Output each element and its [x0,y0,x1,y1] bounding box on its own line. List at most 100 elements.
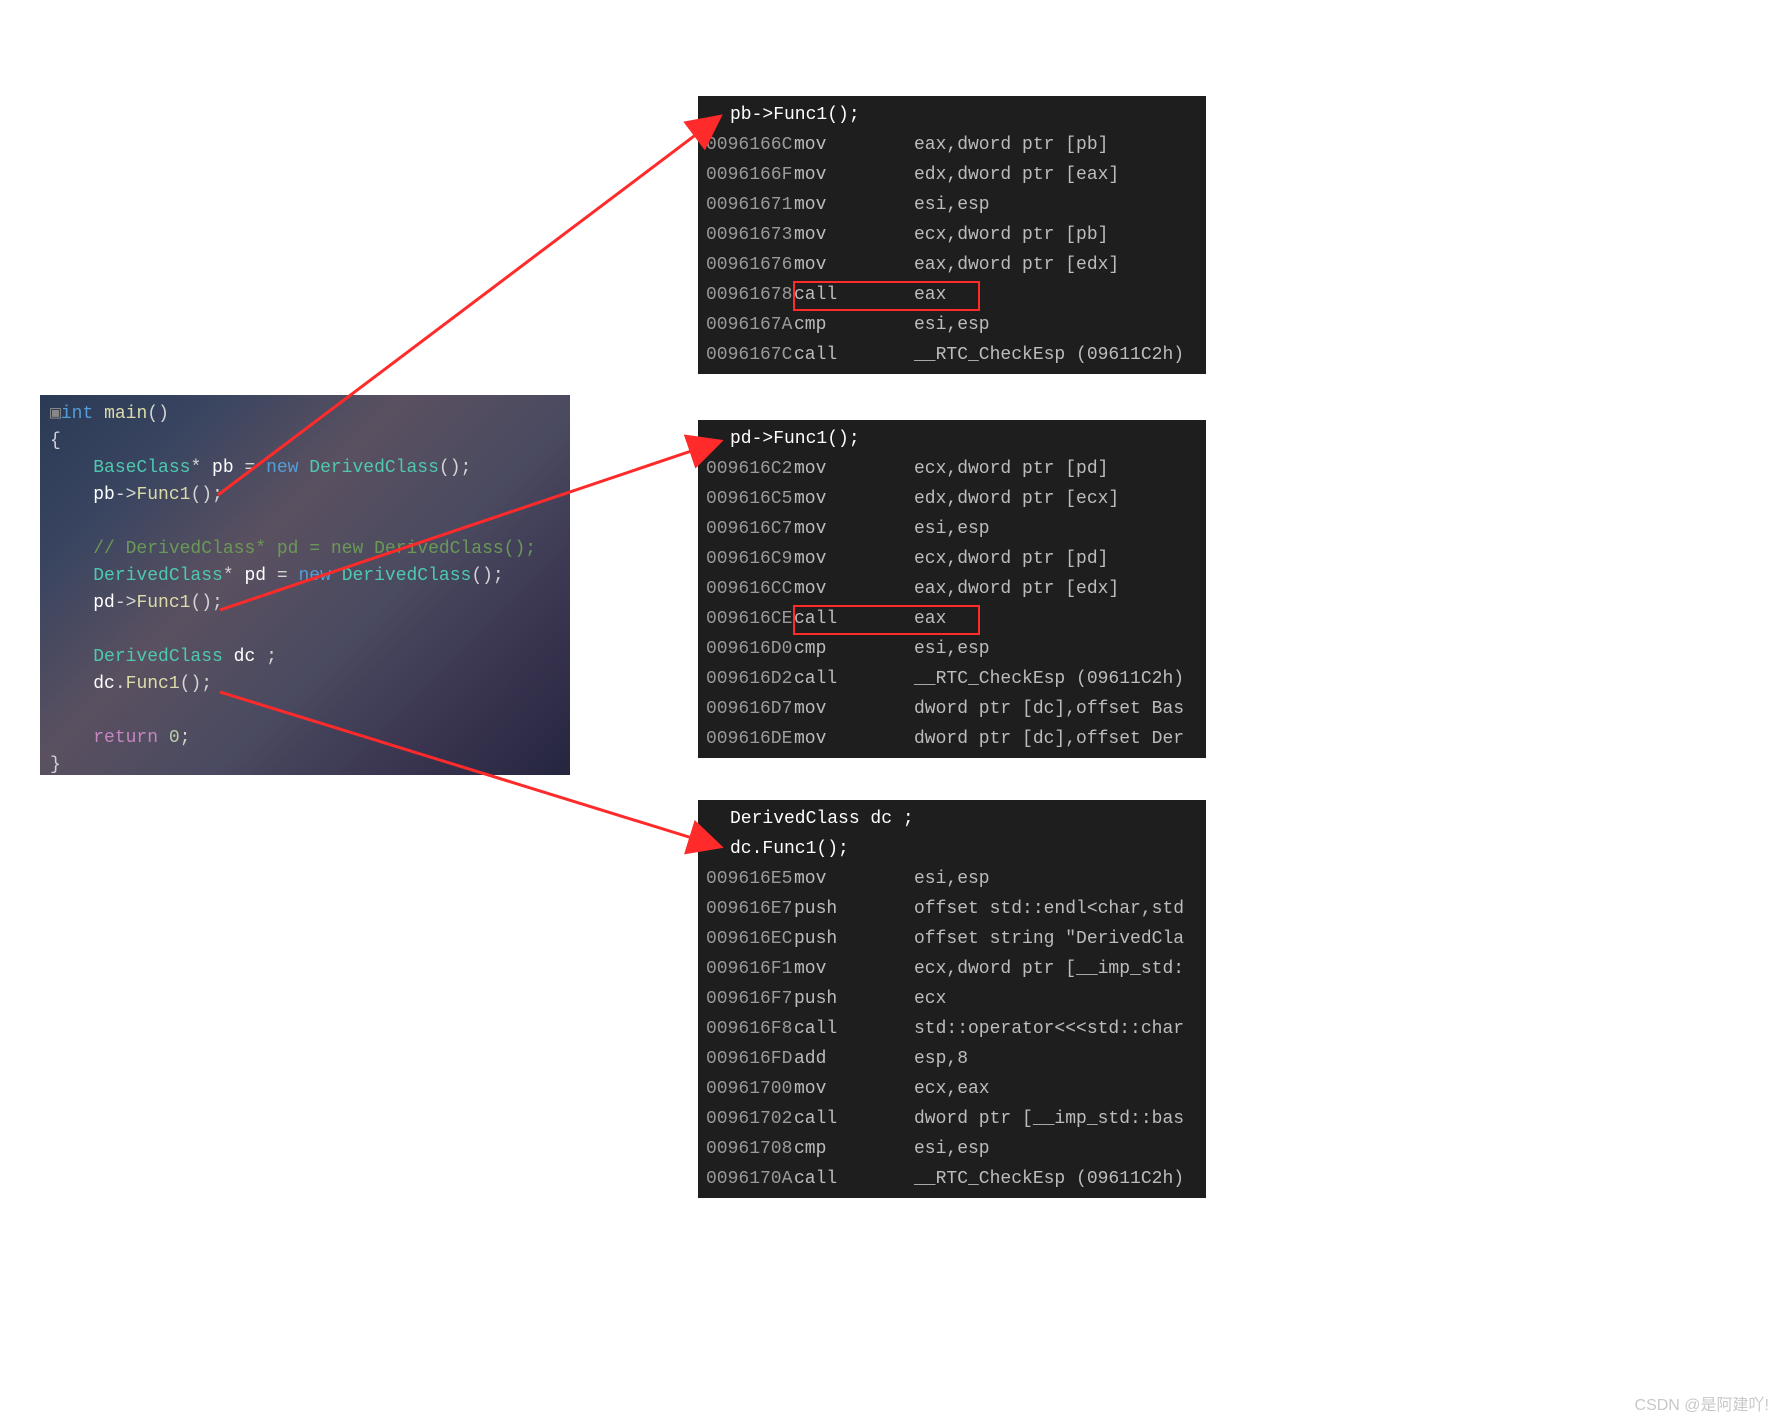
asm-operand: esi,esp [914,634,990,664]
asm-operand: ecx,dword ptr [pd] [914,454,1108,484]
asm-row: 009616D7movdword ptr [dc],offset Bas [698,694,1206,724]
asm-row: 009616FDaddesp,8 [698,1044,1206,1074]
asm-address: 00961671 [706,190,794,220]
asm-mnemonic: mov [794,160,914,190]
asm-operand: esi,esp [914,864,990,894]
asm-mnemonic: mov [794,724,914,754]
asm-mnemonic: mov [794,1074,914,1104]
asm-operand: edx,dword ptr [ecx] [914,484,1119,514]
asm-mnemonic: call [794,604,914,634]
asm-operand: dword ptr [__imp_std::bas [914,1104,1184,1134]
asm-mnemonic: mov [794,574,914,604]
asm-address: 0096166C [706,130,794,160]
asm-row: 00961676moveax,dword ptr [edx] [698,250,1206,280]
asm-address: 00961708 [706,1134,794,1164]
asm-mnemonic: add [794,1044,914,1074]
asm-row: 009616DEmovdword ptr [dc],offset Der [698,724,1206,754]
asm-row: 009616F7pushecx [698,984,1206,1014]
asm-operand: __RTC_CheckEsp (09611C2h) [914,664,1184,694]
asm-header: pd->Func1(); [698,424,1206,454]
asm-operand: esi,esp [914,310,990,340]
asm-row: 00961671movesi,esp [698,190,1206,220]
code-line: DerivedClass dc ; [50,644,560,671]
asm-row: 0096166Fmovedx,dword ptr [eax] [698,160,1206,190]
asm-address: 009616F1 [706,954,794,984]
asm-mnemonic: mov [794,484,914,514]
code-line: ▣int main() [50,401,560,428]
asm-address: 009616D7 [706,694,794,724]
asm-row: 00961702calldword ptr [__imp_std::bas [698,1104,1206,1134]
asm-operand: std::operator<<<std::char [914,1014,1184,1044]
asm-address: 009616D0 [706,634,794,664]
asm-row: 009616E5movesi,esp [698,864,1206,894]
asm-mnemonic: mov [794,864,914,894]
asm-address: 009616C5 [706,484,794,514]
asm-mnemonic: mov [794,454,914,484]
asm-address: 009616E7 [706,894,794,924]
code-line [50,509,560,536]
asm-row: 009616C9movecx,dword ptr [pd] [698,544,1206,574]
asm-mnemonic: mov [794,130,914,160]
asm-mnemonic: mov [794,514,914,544]
asm-operand: dword ptr [dc],offset Der [914,724,1184,754]
asm-row: 009616D0cmpesi,esp [698,634,1206,664]
asm-mnemonic: mov [794,544,914,574]
asm-operand: esi,esp [914,514,990,544]
asm-row: 009616E7pushoffset std::endl<char,std [698,894,1206,924]
asm-mnemonic: push [794,924,914,954]
asm-operand: esp,8 [914,1044,968,1074]
asm-row: 009616D2call__RTC_CheckEsp (09611C2h) [698,664,1206,694]
asm-mnemonic: call [794,340,914,370]
asm-mnemonic: call [794,1014,914,1044]
asm-address: 0096170A [706,1164,794,1194]
asm-operand: offset std::endl<char,std [914,894,1184,924]
asm-operand: ecx,dword ptr [__imp_std: [914,954,1184,984]
asm-operand: eax,dword ptr [pb] [914,130,1108,160]
asm-address: 009616D2 [706,664,794,694]
asm-operand: __RTC_CheckEsp (09611C2h) [914,340,1184,370]
asm-row: 009616ECpushoffset string "DerivedCla [698,924,1206,954]
asm-mnemonic: mov [794,954,914,984]
asm-row: 009616CEcalleax [698,604,1206,634]
code-line: pd->Func1(); [50,590,560,617]
asm-row: 00961673movecx,dword ptr [pb] [698,220,1206,250]
asm-row: 0096167Acmpesi,esp [698,310,1206,340]
asm-operand: esi,esp [914,190,990,220]
asm-address: 0096167C [706,340,794,370]
asm-address: 00961673 [706,220,794,250]
asm-operand: offset string "DerivedCla [914,924,1184,954]
watermark: CSDN @是阿建吖! [1635,1391,1769,1415]
asm-mnemonic: push [794,894,914,924]
asm-mnemonic: cmp [794,634,914,664]
asm-address: 00961678 [706,280,794,310]
asm-operand: eax,dword ptr [edx] [914,574,1119,604]
asm-address: 00961702 [706,1104,794,1134]
asm-row: 009616C5movedx,dword ptr [ecx] [698,484,1206,514]
asm-row: 00961708cmpesi,esp [698,1134,1206,1164]
asm-address: 009616F8 [706,1014,794,1044]
asm-row: 009616CCmoveax,dword ptr [edx] [698,574,1206,604]
source-code-pane: ▣int main() { BaseClass* pb = new Derive… [40,395,570,775]
asm-row: 009616C7movesi,esp [698,514,1206,544]
asm-operand: __RTC_CheckEsp (09611C2h) [914,1164,1184,1194]
asm-operand: ecx,eax [914,1074,990,1104]
asm-address: 0096166F [706,160,794,190]
asm-row: 00961678calleax [698,280,1206,310]
disassembly-pane-2: pd->Func1(); 009616C2movecx,dword ptr [p… [698,420,1206,758]
asm-operand: ecx,dword ptr [pd] [914,544,1108,574]
asm-address: 009616DE [706,724,794,754]
asm-mnemonic: cmp [794,1134,914,1164]
asm-mnemonic: mov [794,250,914,280]
asm-header: DerivedClass dc ; [698,804,1206,834]
asm-address: 00961676 [706,250,794,280]
asm-operand: esi,esp [914,1134,990,1164]
code-line: DerivedClass* pd = new DerivedClass(); [50,563,560,590]
code-line: dc.Func1(); [50,671,560,698]
code-line: // DerivedClass* pd = new DerivedClass()… [50,536,560,563]
asm-address: 0096167A [706,310,794,340]
asm-row: 00961700movecx,eax [698,1074,1206,1104]
asm-row: 0096167Ccall__RTC_CheckEsp (09611C2h) [698,340,1206,370]
asm-mnemonic: cmp [794,310,914,340]
asm-mnemonic: call [794,280,914,310]
code-line [50,698,560,725]
